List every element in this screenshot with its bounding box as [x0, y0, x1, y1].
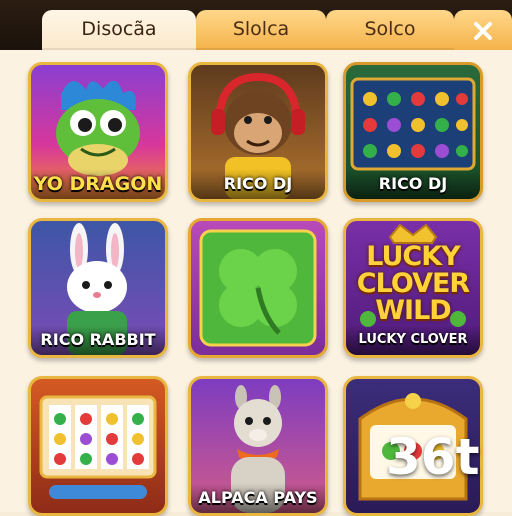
four-leaf-clover-art — [199, 229, 317, 347]
close-icon — [474, 22, 492, 40]
game-tile-rico-dj[interactable]: RICO DJ — [188, 62, 328, 202]
slot-machine-art — [39, 395, 157, 499]
close-button[interactable] — [454, 10, 512, 50]
game-title: ALPACA PAYS — [191, 483, 325, 513]
game-tile-rico-dj-slots[interactable]: RICO DJ — [343, 62, 483, 202]
title-line: WILD — [375, 295, 451, 326]
game-tile-yo-dragon[interactable]: YO DRAGON — [28, 62, 168, 202]
game-tile-slot-machine[interactable] — [28, 376, 168, 516]
game-title: RICO DJ — [191, 169, 325, 199]
corner-badge-text: 36t — [386, 428, 480, 486]
tab-solco[interactable]: Solco — [326, 10, 454, 50]
game-title: RICO RABBIT — [31, 325, 165, 355]
tab-bar: Disocãa Slolca Solco — [0, 10, 512, 50]
game-tile-clover[interactable] — [188, 218, 328, 358]
game-title: LUCKY CLOVER WILD — [346, 325, 480, 355]
game-tile-rico-rabbit[interactable]: RICO RABBIT — [28, 218, 168, 358]
tab-disocaa[interactable]: Disocãa — [42, 10, 196, 50]
tab-slolca[interactable]: Slolca — [196, 10, 326, 50]
game-title: RICO DJ — [346, 169, 480, 199]
title-line: LUCKY — [366, 241, 460, 272]
game-tile-alpaca-pays[interactable]: ALPACA PAYS — [188, 376, 328, 516]
game-title-art: LUCKY CLOVER WILD — [346, 243, 480, 324]
game-tile-lucky-clover-wild[interactable]: LUCKY CLOVER WILD LUCKY CLOVER WILD — [343, 218, 483, 358]
game-title: YO DRAGON — [31, 169, 165, 199]
title-line: CLOVER — [356, 268, 470, 299]
